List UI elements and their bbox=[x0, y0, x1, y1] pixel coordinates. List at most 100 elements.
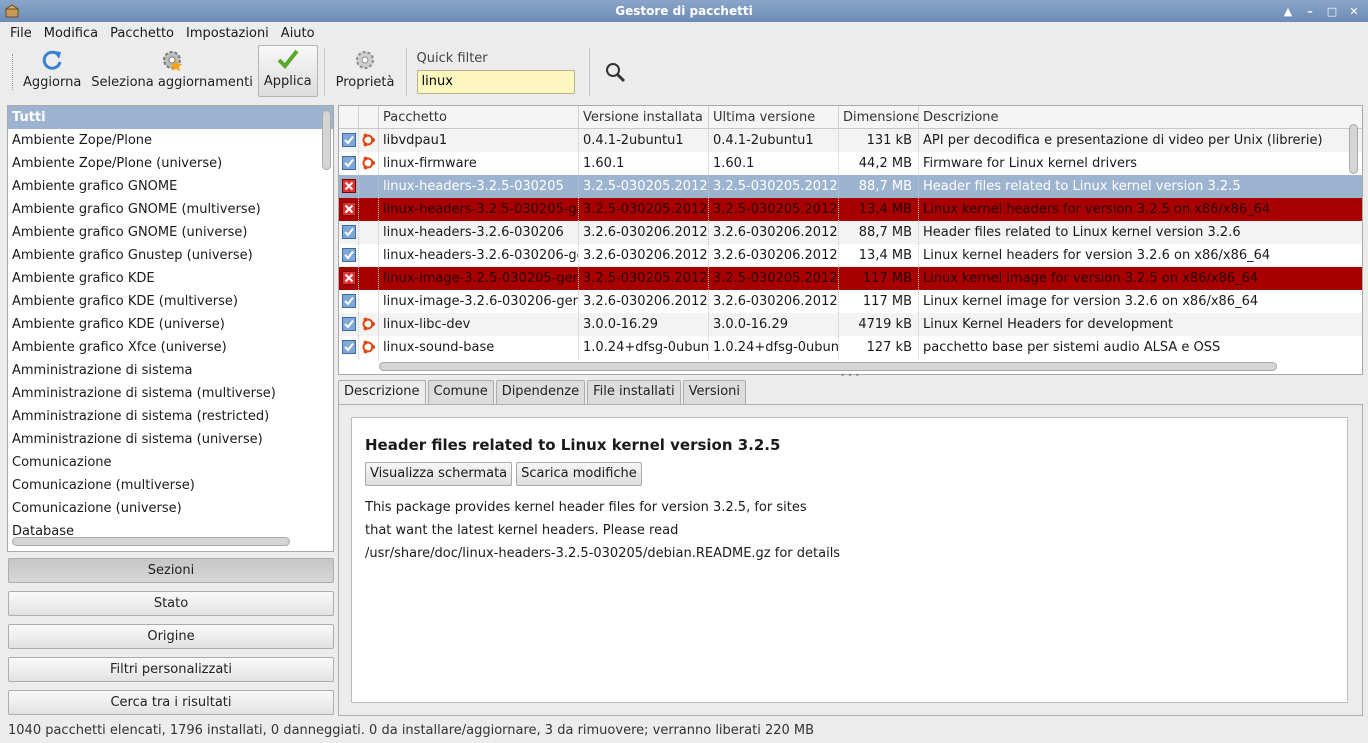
section-item[interactable]: Amministrazione di sistema bbox=[8, 359, 333, 382]
download-changelog-button[interactable]: Scarica modifiche bbox=[516, 462, 642, 486]
search-button[interactable] bbox=[596, 44, 634, 100]
section-item[interactable]: Amministrazione di sistema (universe) bbox=[8, 428, 333, 451]
status-cell[interactable] bbox=[339, 198, 359, 221]
pane-splitter[interactable]: • • • bbox=[838, 372, 862, 380]
menu-settings[interactable]: Impostazioni bbox=[180, 26, 275, 41]
close-icon[interactable]: ✕ bbox=[1346, 3, 1362, 19]
properties-button[interactable]: Proprietà bbox=[331, 45, 400, 97]
section-item[interactable]: Ambiente grafico KDE bbox=[8, 267, 333, 290]
tab-dependencies[interactable]: Dipendenze bbox=[495, 380, 586, 404]
menu-file[interactable]: File bbox=[4, 26, 38, 41]
table-row[interactable]: linux-headers-3.2.5-030205-generic3.2.5-… bbox=[339, 198, 1362, 221]
size-cell: 131 kB bbox=[839, 129, 919, 152]
package-name-cell: linux-firmware bbox=[379, 152, 579, 175]
table-row[interactable]: linux-libc-dev 3.0.0-16.29 3.0.0-16.29 4719… bbox=[339, 313, 1362, 336]
quick-filter-label: Quick filter bbox=[416, 50, 488, 66]
mark-upgrades-button[interactable]: Seleziona aggiornamenti bbox=[86, 45, 258, 97]
tab-installed-files[interactable]: File installati bbox=[587, 380, 681, 404]
table-row[interactable]: linux-image-3.2.5-030205-generic3.2.5-03… bbox=[339, 267, 1362, 290]
status-filter-button[interactable]: Stato bbox=[8, 591, 334, 616]
table-horizontal-scrollbar[interactable] bbox=[379, 362, 1277, 371]
status-cell[interactable] bbox=[339, 290, 359, 313]
header-status[interactable] bbox=[339, 106, 359, 129]
installed-checkbox-icon[interactable] bbox=[342, 225, 356, 239]
section-item[interactable]: Amministrazione di sistema (restricted) bbox=[8, 405, 333, 428]
sections-vertical-scrollbar[interactable] bbox=[322, 110, 331, 170]
table-row[interactable]: linux-headers-3.2.6-030206-generic3.2.6-… bbox=[339, 244, 1362, 267]
section-item[interactable]: Comunicazione (multiverse) bbox=[8, 474, 333, 497]
table-row[interactable]: linux-firmware 1.60.1 1.60.1 44,2 MB Firmwar… bbox=[339, 152, 1362, 175]
header-size[interactable]: Dimensione bbox=[839, 106, 919, 129]
remove-mark-icon[interactable] bbox=[342, 202, 356, 216]
refresh-button[interactable]: Aggiorna bbox=[18, 45, 86, 97]
quick-filter-input[interactable] bbox=[416, 69, 575, 94]
installed-checkbox-icon[interactable] bbox=[342, 156, 356, 170]
view-screenshot-button[interactable]: Visualizza schermata bbox=[365, 462, 513, 486]
section-item[interactable]: Comunicazione bbox=[8, 451, 333, 474]
sections-filter-button[interactable]: Sezioni bbox=[8, 558, 334, 583]
section-item[interactable]: Ambiente grafico Xfce (universe) bbox=[8, 336, 333, 359]
table-row[interactable]: linux-headers-3.2.6-030206 3.2.6-030206.2… bbox=[339, 221, 1362, 244]
section-item[interactable]: Ambiente grafico GNOME bbox=[8, 175, 333, 198]
status-cell[interactable] bbox=[339, 129, 359, 152]
installed-checkbox-icon[interactable] bbox=[342, 340, 356, 354]
description-cell: Linux kernel headers for version 3.2.6 o… bbox=[923, 248, 1271, 263]
header-installed-version[interactable]: Versione installata bbox=[579, 106, 709, 129]
header-latest-version[interactable]: Ultima versione bbox=[709, 106, 839, 129]
remove-mark-icon[interactable] bbox=[342, 271, 356, 285]
status-cell[interactable] bbox=[339, 152, 359, 175]
apply-button[interactable]: Applica bbox=[257, 45, 318, 97]
section-item[interactable]: Amministrazione di sistema (multiverse) bbox=[8, 382, 333, 405]
section-item[interactable]: Ambiente grafico KDE (universe) bbox=[8, 313, 333, 336]
installed-checkbox-icon[interactable] bbox=[342, 294, 356, 308]
header-description[interactable]: Descrizione bbox=[919, 106, 1349, 129]
section-item[interactable]: Comunicazione (universe) bbox=[8, 497, 333, 520]
apply-label: Applica bbox=[263, 74, 312, 89]
table-row[interactable]: libvdpau1 0.4.1-2ubuntu1 0.4.1-2ubuntu1 131… bbox=[339, 129, 1362, 152]
tab-common[interactable]: Comune bbox=[427, 380, 494, 404]
status-cell[interactable] bbox=[339, 313, 359, 336]
sections-horizontal-scrollbar[interactable] bbox=[12, 537, 290, 546]
installed-version-cell: 0.4.1-2ubuntu1 bbox=[579, 129, 709, 152]
status-cell[interactable] bbox=[339, 336, 359, 359]
header-package[interactable]: Pacchetto bbox=[379, 106, 579, 129]
maximize-icon[interactable]: □ bbox=[1324, 3, 1340, 19]
status-cell[interactable] bbox=[339, 267, 359, 290]
table-vertical-scrollbar[interactable] bbox=[1349, 124, 1358, 174]
table-row[interactable]: linux-sound-base1.0.24+dfsg-0ubuntu11.0.… bbox=[339, 336, 1362, 359]
minimize-icon[interactable]: – bbox=[1302, 3, 1318, 19]
menu-package[interactable]: Pacchetto bbox=[104, 26, 180, 41]
table-row[interactable]: linux-headers-3.2.5-030205 3.2.5-030205.2… bbox=[339, 175, 1362, 198]
tab-description[interactable]: Descrizione bbox=[338, 380, 426, 406]
section-item[interactable]: Ambiente grafico Gnustep (universe) bbox=[8, 244, 333, 267]
section-item[interactable]: Ambiente grafico KDE (multiverse) bbox=[8, 290, 333, 313]
header-support[interactable] bbox=[359, 106, 379, 129]
size-cell: 127 kB bbox=[839, 336, 919, 359]
latest-version-cell: 1.0.24+dfsg-0ubuntu1 bbox=[709, 336, 839, 359]
section-item[interactable]: Ambiente Zope/Plone (universe) bbox=[8, 152, 333, 175]
status-cell[interactable] bbox=[339, 244, 359, 267]
installed-checkbox-icon[interactable] bbox=[342, 317, 356, 331]
section-item[interactable]: Ambiente Zope/Plone bbox=[8, 129, 333, 152]
section-item[interactable]: Ambiente grafico GNOME (multiverse) bbox=[8, 198, 333, 221]
package-name-cell: linux-headers-3.2.6-030206 bbox=[379, 221, 579, 244]
support-cell bbox=[359, 129, 379, 152]
menu-edit[interactable]: Modifica bbox=[38, 26, 104, 41]
section-item[interactable]: Ambiente grafico GNOME (universe) bbox=[8, 221, 333, 244]
description-cell: Linux Kernel Headers for development bbox=[923, 317, 1174, 332]
menu-help[interactable]: Aiuto bbox=[275, 26, 321, 41]
installed-checkbox-icon[interactable] bbox=[342, 248, 356, 262]
section-item[interactable]: Tutti bbox=[8, 106, 333, 129]
status-cell[interactable] bbox=[339, 221, 359, 244]
origin-filter-button[interactable]: Origine bbox=[8, 624, 334, 649]
size-cell: 117 MB bbox=[839, 290, 919, 313]
installed-checkbox-icon[interactable] bbox=[342, 133, 356, 147]
up-icon[interactable]: ▲ bbox=[1280, 3, 1296, 19]
status-cell[interactable] bbox=[339, 175, 359, 198]
custom-filters-button[interactable]: Filtri personalizzati bbox=[8, 657, 334, 682]
tab-versions[interactable]: Versioni bbox=[682, 380, 747, 404]
table-row[interactable]: linux-image-3.2.6-030206-generic3.2.6-03… bbox=[339, 290, 1362, 313]
search-results-button[interactable]: Cerca tra i risultati bbox=[8, 690, 334, 715]
sections-list[interactable]: Tutti Ambiente Zope/Plone Ambiente Zope/… bbox=[7, 105, 334, 552]
remove-mark-icon[interactable] bbox=[342, 179, 356, 193]
